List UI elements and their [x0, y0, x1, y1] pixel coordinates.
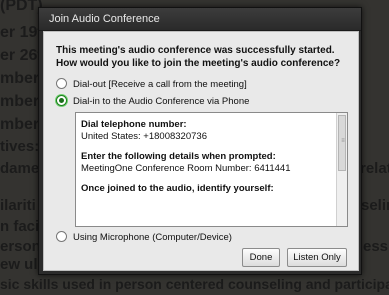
dialog-titlebar[interactable]: Join Audio Conference — [39, 8, 361, 31]
done-button[interactable]: Done — [242, 248, 280, 267]
dialog-content: This meeting's audio conference was succ… — [43, 31, 359, 271]
option-dial-out-label: Dial-out [Receive a call from the meetin… — [73, 79, 247, 91]
dial-number: United States: +18008320736 — [81, 131, 207, 142]
details-scrollbar[interactable]: ≡ — [336, 113, 347, 226]
radio-dial-out[interactable] — [56, 78, 67, 89]
dial-heading: Dial telephone number: — [81, 119, 187, 130]
radio-microphone[interactable] — [56, 231, 67, 242]
intro-line-2: How would you like to join the meeting's… — [56, 58, 341, 69]
scrollbar-thumb[interactable]: ≡ — [338, 115, 346, 171]
dial-in-details-box: Dial telephone number: United States: +1… — [75, 112, 348, 227]
option-dial-out[interactable]: Dial-out [Receive a call from the meetin… — [56, 78, 247, 91]
dial-in-details: Dial telephone number: United States: +1… — [81, 119, 331, 195]
option-microphone-label: Using Microphone (Computer/Device) — [73, 232, 232, 244]
intro-text: This meeting's audio conference was succ… — [56, 44, 346, 70]
intro-line-1: This meeting's audio conference was succ… — [56, 45, 335, 56]
dialog-title: Join Audio Conference — [49, 13, 160, 25]
option-dial-in[interactable]: Dial-in to the Audio Conference via Phon… — [56, 95, 250, 108]
listen-only-button[interactable]: Listen Only — [287, 248, 347, 267]
identify-heading: Once joined to the audio, identify yours… — [81, 183, 274, 194]
details-heading: Enter the following details when prompte… — [81, 151, 276, 162]
option-dial-in-label: Dial-in to the Audio Conference via Phon… — [73, 96, 250, 108]
join-audio-dialog: Join Audio Conference This meeting's aud… — [38, 7, 362, 275]
grip-icon: ≡ — [341, 138, 345, 144]
details-value: MeetingOne Conference Room Number: 64114… — [81, 163, 291, 174]
option-microphone[interactable]: Using Microphone (Computer/Device) — [56, 231, 232, 244]
radio-dial-in[interactable] — [56, 95, 67, 106]
